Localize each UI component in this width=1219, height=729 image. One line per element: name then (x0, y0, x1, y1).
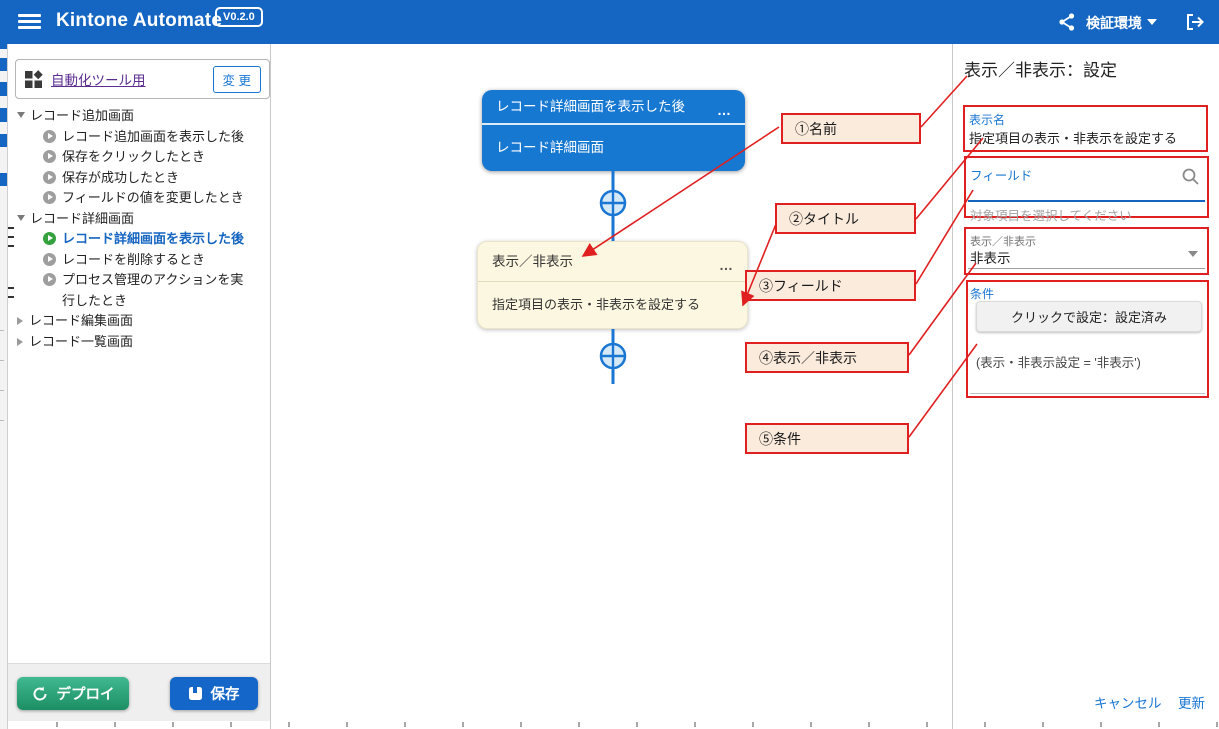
dropdown-caret-icon (1188, 251, 1198, 257)
cancel-link[interactable]: キャンセル (1094, 692, 1162, 712)
select-underline (968, 268, 1205, 269)
canvas-ruler-ticks (0, 722, 1219, 727)
node-menu-icon[interactable]: … (719, 246, 734, 285)
event-play-icon (43, 191, 56, 204)
version-badge: V0.2.0 (215, 7, 263, 27)
panel-title: 表示／非表示：設定 (964, 56, 1117, 81)
field-placeholder: 対象項目を選択してください (970, 205, 1132, 224)
event-play-icon (43, 130, 56, 143)
annotation-visibility: ④表示／非表示 (745, 342, 909, 373)
display-name-value[interactable]: 指定項目の表示・非表示を設定する (969, 128, 1177, 147)
search-icon[interactable] (1181, 167, 1200, 186)
tree-group-record-list[interactable]: レコード一覧画面 (13, 332, 263, 353)
field-label: フィールド (970, 165, 1032, 184)
sync-icon (32, 686, 48, 702)
condition-summary: (表示・非表示設定 = '非表示') (976, 352, 1141, 371)
change-app-button[interactable]: 変 更 (213, 66, 261, 93)
app-card: 自動化ツール用 変 更 (15, 59, 270, 99)
action-node-subtitle: 指定項目の表示・非表示を設定する (478, 282, 747, 328)
tree-item[interactable]: 保存が成功したとき (13, 168, 263, 189)
chevron-down-icon (1147, 19, 1157, 25)
tree-group-record-add[interactable]: レコード追加画面 (13, 106, 263, 127)
deploy-button[interactable]: デプロイ (17, 677, 129, 710)
caret-down-icon (17, 112, 25, 118)
save-button[interactable]: 保存 (170, 677, 258, 710)
field-select-group: フィールド 対象項目を選択してください (964, 156, 1209, 218)
minimap-strip (0, 44, 8, 729)
display-name-field-group: 表示名 指定項目の表示・非表示を設定する (963, 105, 1208, 152)
app-name-link[interactable]: 自動化ツール用 (51, 69, 146, 89)
tree-item[interactable]: フィールドの値を変更したとき (13, 188, 263, 209)
tree-item[interactable]: レコード追加画面を表示した後 (13, 127, 263, 148)
trigger-node-title: レコード詳細画面を表示した後 … (482, 90, 745, 125)
tree-group-record-edit[interactable]: レコード編集画面 (13, 311, 263, 332)
tree-item-selected[interactable]: レコード詳細画面を表示した後 (13, 229, 263, 250)
condition-label: 条件 (970, 285, 994, 302)
environment-selector[interactable]: 検証環境 (1086, 13, 1142, 33)
annotation-field: ③フィールド (745, 270, 916, 301)
strip-tick (0, 420, 4, 421)
visibility-select-group[interactable]: 表示／非表示 非表示 (964, 227, 1209, 275)
strip-tick (8, 245, 14, 247)
strip-tick (0, 390, 4, 391)
annotation-condition: ⑤条件 (745, 423, 909, 454)
sidebar: 自動化ツール用 変 更 レコード追加画面 レコード追加画面を表示した後 保存をク… (7, 44, 271, 729)
logout-icon[interactable] (1184, 11, 1206, 33)
condition-group: 条件 クリックで設定：設定済み (表示・非表示設定 = '非表示') (966, 280, 1209, 398)
app-title: Kintone Automate (56, 10, 222, 32)
strip-tick (0, 330, 4, 331)
condition-settings-button[interactable]: クリックで設定：設定済み (976, 301, 1202, 332)
event-play-icon (43, 150, 56, 163)
trigger-node[interactable]: レコード詳細画面を表示した後 … レコード詳細画面 (482, 90, 745, 171)
action-node-title: 表示／非表示 … (478, 242, 747, 282)
add-step-button[interactable] (601, 191, 625, 215)
visibility-value: 非表示 (970, 247, 1011, 267)
caret-right-icon (17, 338, 23, 346)
add-step-button[interactable] (601, 344, 625, 368)
tree-item[interactable]: 保存をクリックしたとき (13, 147, 263, 168)
trigger-node-subtitle: レコード詳細画面 (482, 125, 745, 171)
tree-item[interactable]: レコードを削除するとき (13, 250, 263, 271)
event-play-icon (43, 171, 56, 184)
sidebar-footer: デプロイ 保存 (7, 663, 270, 721)
strip-tick (0, 360, 4, 361)
hamburger-menu-icon[interactable] (18, 14, 41, 30)
event-play-icon (43, 273, 56, 286)
strip-tick (8, 296, 14, 298)
action-node[interactable]: 表示／非表示 … 指定項目の表示・非表示を設定する (477, 241, 748, 329)
strip-tick (8, 287, 14, 289)
app-header: Kintone Automate V0.2.0 検証環境 (0, 0, 1219, 44)
save-icon (189, 687, 202, 700)
strip-tick (8, 236, 14, 238)
event-tree: レコード追加画面 レコード追加画面を表示した後 保存をクリックしたとき 保存が成… (13, 106, 263, 352)
display-name-label: 表示名 (969, 111, 1005, 128)
divider (970, 393, 1205, 394)
annotation-name: ①名前 (781, 113, 921, 144)
caret-right-icon (17, 317, 23, 325)
share-icon[interactable] (1057, 12, 1077, 32)
field-input[interactable] (968, 200, 1205, 202)
strip-tick (8, 227, 14, 229)
app-icon (24, 70, 43, 89)
kintone-automate-app: Kintone Automate V0.2.0 検証環境 (0, 0, 1219, 729)
event-play-icon (43, 253, 56, 266)
tree-group-record-detail[interactable]: レコード詳細画面 (13, 209, 263, 230)
event-play-icon-active (43, 232, 56, 245)
annotation-title: ②タイトル (775, 203, 916, 234)
settings-panel: 表示／非表示：設定 表示名 指定項目の表示・非表示を設定する フィールド 対象項… (952, 44, 1219, 729)
node-menu-icon[interactable]: … (717, 94, 732, 127)
caret-down-icon (17, 215, 25, 221)
tree-item[interactable]: プロセス管理のアクションを実行したとき (13, 270, 263, 311)
update-link[interactable]: 更新 (1178, 692, 1205, 712)
